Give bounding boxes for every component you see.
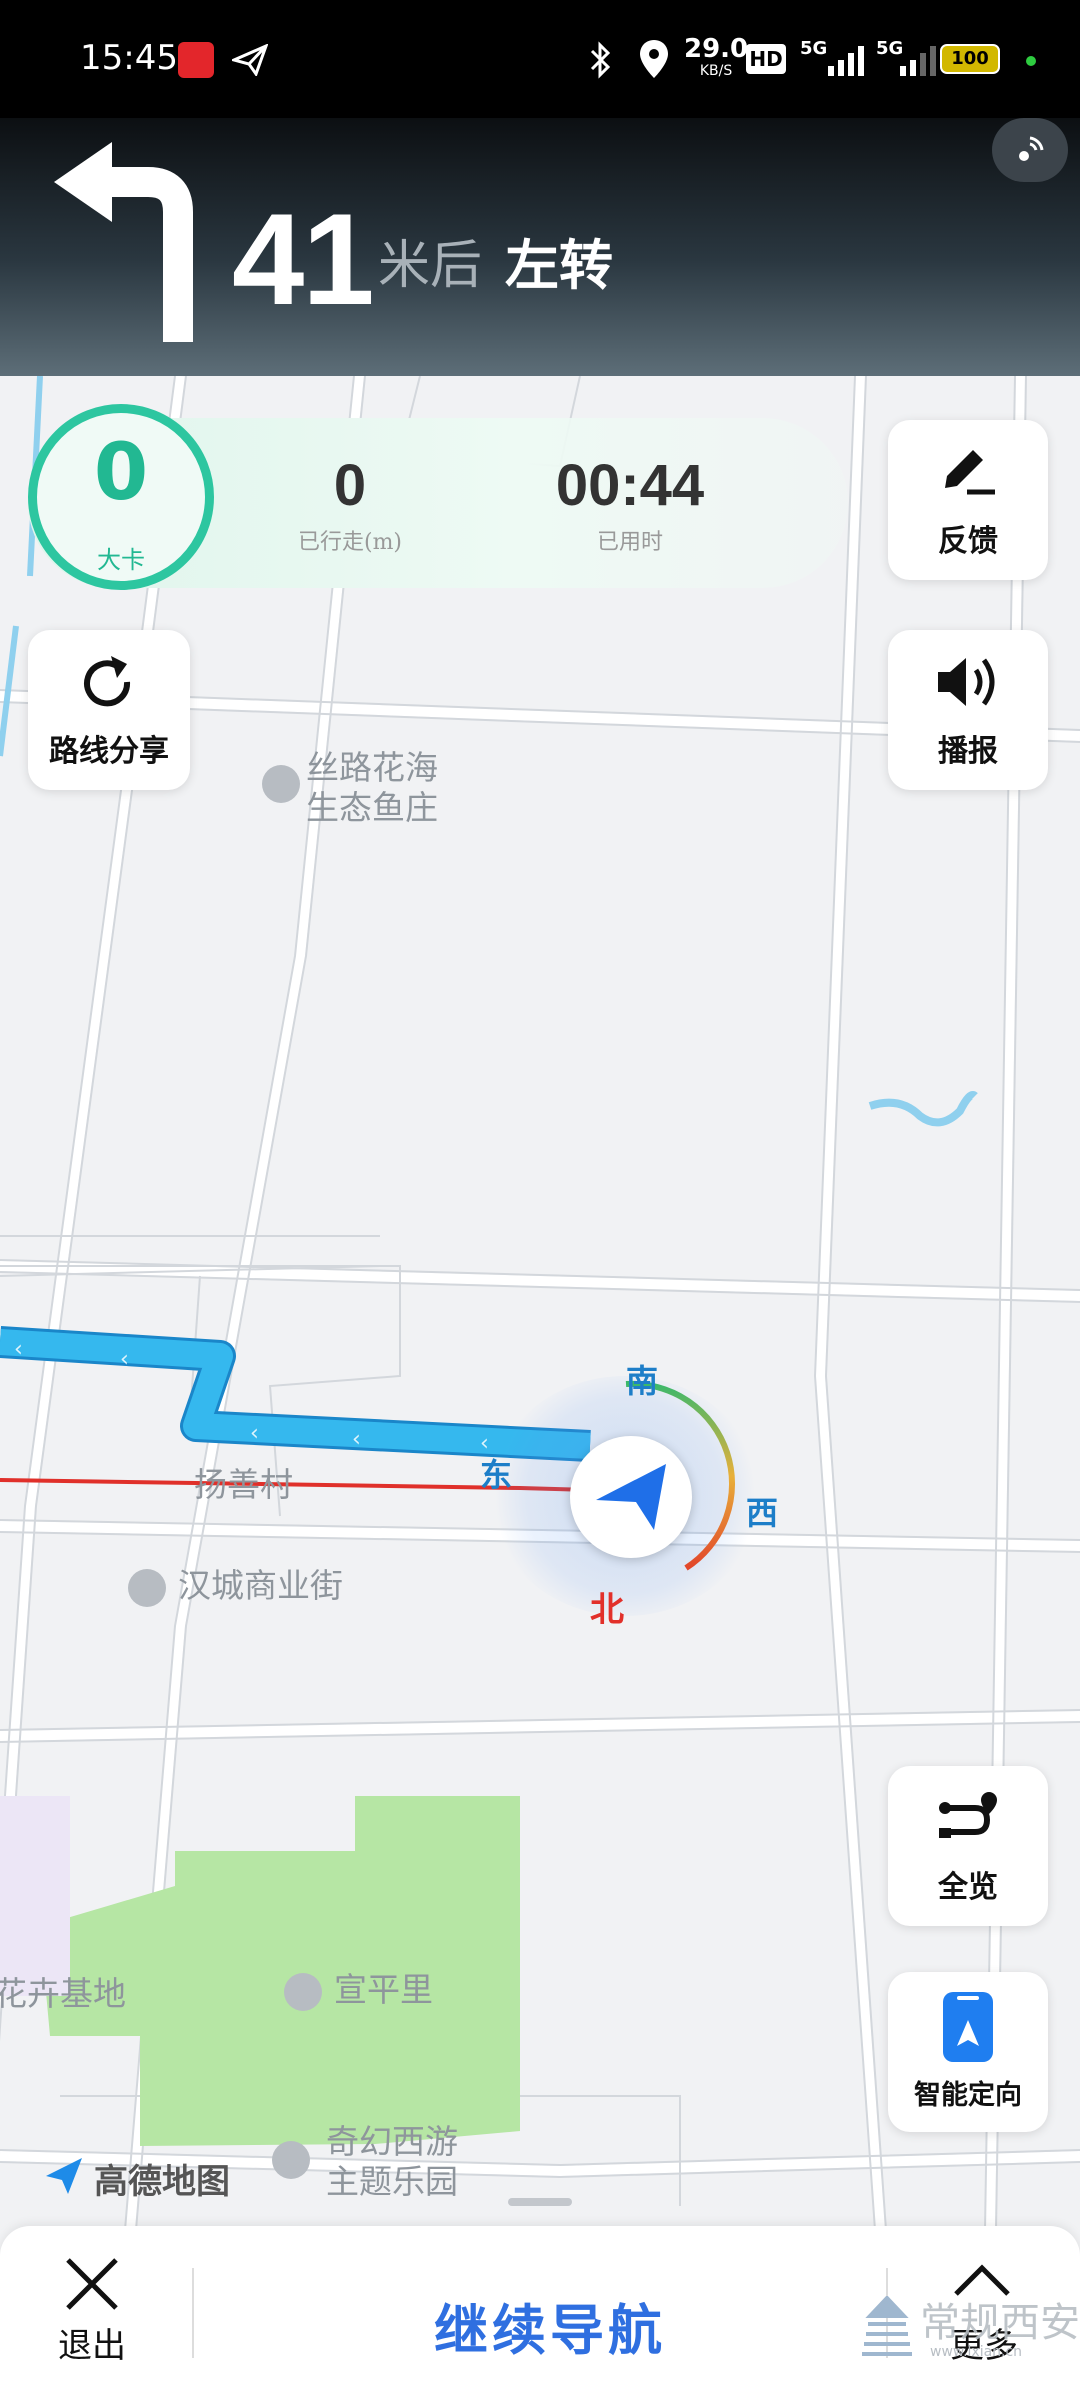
share-route-label: 路线分享	[49, 734, 169, 769]
exit-label[interactable]: 退出	[58, 2318, 126, 2367]
broadcast-label: 播报	[938, 734, 998, 769]
traveled-value: 0	[333, 453, 367, 518]
location-pin-icon	[640, 40, 668, 78]
compass-south: 南	[626, 1362, 659, 1400]
smart-orientation-label: 智能定向	[914, 2080, 1022, 2111]
drag-handle[interactable]	[508, 2198, 572, 2206]
sim1-label: 5G	[800, 38, 828, 59]
compass-west: 西	[746, 1494, 779, 1532]
share-arrow-icon	[84, 656, 131, 707]
gps-button[interactable]	[992, 118, 1068, 182]
feedback-label: 反馈	[938, 524, 998, 559]
share-route-button[interactable]: 路线分享	[28, 630, 190, 790]
poi-label-yangshan-village[interactable]: 扬善村	[194, 1465, 293, 1505]
net-speed: 29.0	[684, 34, 749, 64]
compass-north: 北	[590, 1590, 624, 1630]
exit-button[interactable]	[62, 2254, 128, 2320]
privacy-dot	[1026, 56, 1036, 66]
feedback-button[interactable]: 反馈	[888, 420, 1048, 580]
distance-unit: 米后	[378, 236, 483, 296]
svg-text:‹: ‹	[352, 1427, 361, 1452]
amap-logo-text: 高德地图	[94, 2162, 230, 2202]
navigation-arrow-icon	[596, 1464, 666, 1530]
poi-label-fantasy-park[interactable]: 奇幻西游 主题乐园	[326, 2122, 458, 2202]
speaker-icon	[938, 658, 995, 706]
poi-icon[interactable]	[284, 1973, 322, 2011]
pencil-icon	[945, 450, 995, 495]
elapsed-label: 已用时	[596, 530, 663, 555]
signal-icon	[828, 46, 864, 76]
overview-label: 全览	[938, 1870, 998, 1905]
divider	[192, 2268, 194, 2358]
watermark-logo-icon	[862, 2296, 912, 2356]
hd-badge: HD	[746, 44, 786, 74]
paper-plane-icon	[232, 44, 268, 76]
svg-text:‹: ‹	[250, 1421, 259, 1446]
svg-text:‹: ‹	[14, 1337, 23, 1362]
compass-east: 东	[480, 1456, 513, 1494]
svg-text:‹: ‹	[120, 1347, 129, 1372]
broadcast-button[interactable]: 播报	[888, 630, 1048, 790]
poi-label-silk-road[interactable]: 丝路花海 生态鱼庄	[306, 748, 438, 828]
smart-orientation-button[interactable]: 智能定向	[888, 1972, 1048, 2132]
poi-icon[interactable]	[272, 2141, 310, 2179]
status-time: 15:45	[80, 38, 178, 78]
guidance-banner: 41 米后 左转	[0, 118, 1080, 376]
status-bar: 15:45 29.0 KB/S HD 5G 5G 100	[0, 0, 1080, 118]
signal-icon-2	[900, 46, 936, 76]
distance-value: 41	[232, 186, 375, 332]
battery-icon: 100	[940, 44, 1000, 74]
watermark-text: 常规西安	[920, 2300, 1080, 2346]
traveled-label: 已行走(m)	[297, 530, 403, 555]
poi-label-flower-base[interactable]: 花卉基地	[0, 1974, 126, 2014]
continue-navigation-button[interactable]: 继续导航	[400, 2286, 700, 2365]
poi-icon[interactable]	[262, 765, 300, 803]
turn-left-arrow-icon	[54, 142, 193, 342]
watermark-url: www.lxian.cn	[930, 2344, 1023, 2360]
route-overview-icon	[939, 1792, 997, 1838]
poi-icon[interactable]	[128, 1569, 166, 1607]
satellite-icon	[1019, 136, 1044, 161]
bluetooth-icon	[590, 41, 611, 79]
turn-instruction: 左转	[505, 233, 613, 297]
close-icon	[66, 2258, 118, 2310]
calorie-value: 0	[93, 428, 149, 518]
poi-label-xuanping[interactable]: 宣平里	[334, 1970, 433, 2010]
calorie-label: 大卡	[97, 546, 145, 574]
my-location-marker[interactable]	[570, 1436, 692, 1558]
phone-compass-icon	[943, 1992, 993, 2062]
overview-button[interactable]: 全览	[888, 1766, 1048, 1926]
poi-label-hancheng-street[interactable]: 汉城商业街	[178, 1566, 343, 1606]
elapsed-value: 00:44	[555, 453, 705, 518]
amap-logo-icon	[46, 2158, 82, 2194]
app-icon	[178, 42, 214, 78]
